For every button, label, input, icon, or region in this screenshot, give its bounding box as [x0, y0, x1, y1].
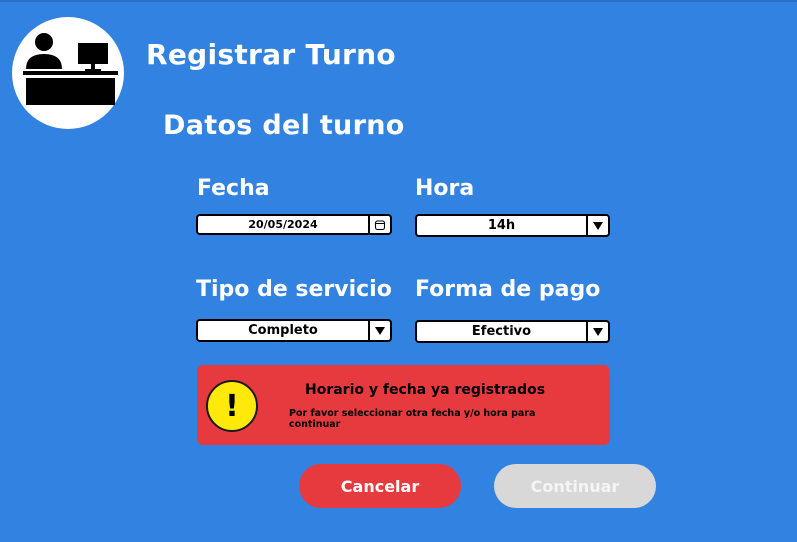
dropdown-arrow-icon[interactable]: [586, 322, 608, 341]
forma-pago-value: Efectivo: [471, 324, 532, 339]
dropdown-arrow-icon[interactable]: [586, 216, 608, 235]
tipo-servicio-select[interactable]: Completo: [196, 319, 392, 342]
forma-pago-label: Forma de pago: [415, 277, 601, 302]
tipo-servicio-value: Completo: [248, 323, 318, 338]
error-alert: ! Horario y fecha ya registrados Por fav…: [197, 365, 610, 445]
fecha-value: 20/05/2024: [248, 218, 318, 231]
hora-select[interactable]: 14h: [415, 214, 610, 237]
warning-icon: !: [206, 380, 258, 432]
app-title: Registrar Turno: [146, 38, 396, 71]
alert-message: Por favor seleccionar otra fecha y/o hor…: [289, 408, 536, 430]
fecha-label: Fecha: [197, 176, 270, 201]
alert-title: Horario y fecha ya registrados: [305, 382, 546, 398]
top-border: [0, 0, 797, 2]
dropdown-arrow-icon[interactable]: [368, 321, 390, 340]
hora-label: Hora: [415, 176, 475, 201]
fecha-input[interactable]: 20/05/2024: [196, 214, 392, 235]
hora-value: 14h: [487, 218, 516, 233]
receptionist-desk-icon: [12, 17, 124, 129]
calendar-icon[interactable]: [368, 216, 390, 233]
tipo-servicio-label: Tipo de servicio: [196, 277, 392, 302]
cancel-button[interactable]: Cancelar: [299, 464, 461, 508]
section-title: Datos del turno: [163, 110, 405, 141]
continue-button[interactable]: Continuar: [494, 464, 656, 508]
forma-pago-select[interactable]: Efectivo: [415, 320, 610, 343]
